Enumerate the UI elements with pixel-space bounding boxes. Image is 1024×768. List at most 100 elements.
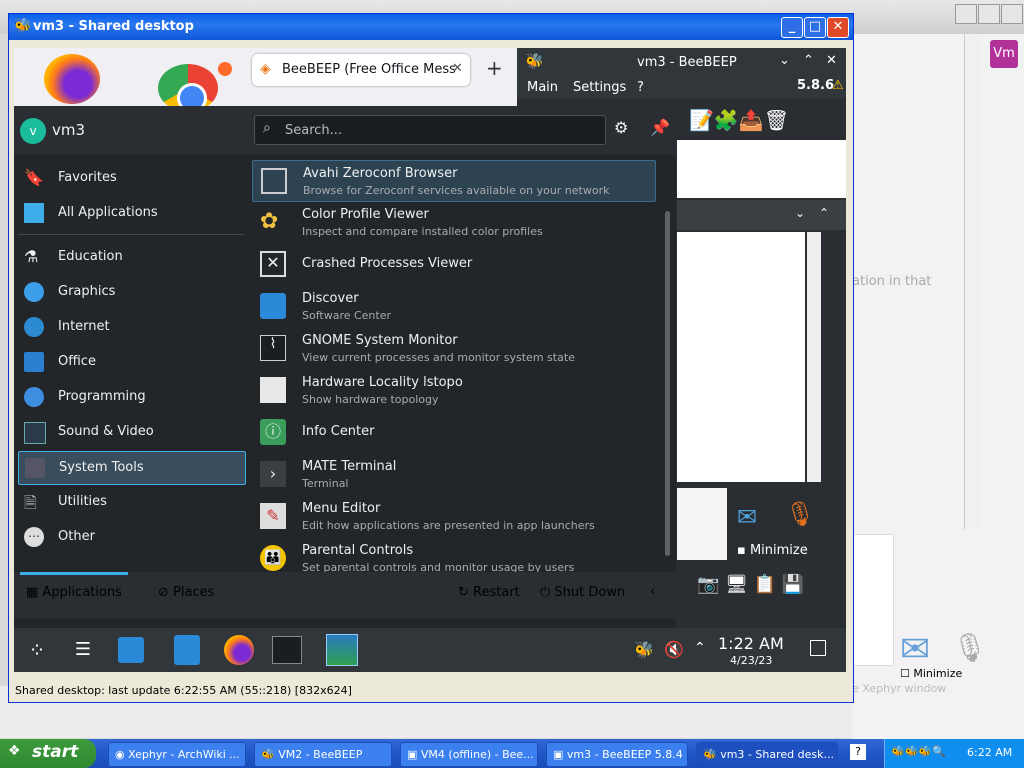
category-graphics[interactable]: Graphics <box>18 276 244 308</box>
taskbar-item-label: vm3 - Shared desk... <box>720 748 834 761</box>
host-minimize-checkbox[interactable]: ☐ Minimize <box>900 667 962 680</box>
menu-help[interactable]: ? <box>637 80 644 95</box>
beebeep-chat-area[interactable] <box>677 232 805 482</box>
menu-settings[interactable]: Settings <box>573 80 626 95</box>
taskbar-item-xephyr[interactable]: ◉ Xephyr - ArchWiki ... <box>108 742 246 767</box>
more-options-icon[interactable]: ‹ <box>650 584 655 599</box>
chevron-up-icon[interactable]: ⌃ <box>803 53 814 68</box>
search-input[interactable] <box>283 120 597 140</box>
host-minimize-button[interactable] <box>955 4 977 24</box>
tab-close-icon[interactable]: ✕ <box>452 61 463 76</box>
tab-places-label: Places <box>173 585 215 600</box>
beebeep-titlebar[interactable]: 🐝 vm3 - BeeBEEP ⌄ ⌃ ✕ <box>517 48 846 76</box>
category-all-applications[interactable]: All Applications <box>18 197 244 229</box>
panel-chevron-up-icon[interactable]: ⌃ <box>819 206 829 220</box>
category-label: Office <box>58 354 96 369</box>
window-minimize-button[interactable]: _ <box>781 17 803 38</box>
configure-icon[interactable]: ⚙ <box>614 118 628 137</box>
power-icon: ⏻ <box>540 585 555 600</box>
pin-icon[interactable]: 📌 <box>650 118 670 137</box>
app-info-center[interactable]: ⓘ Info Center <box>252 412 654 452</box>
beebeep-toolbar-icons[interactable]: 📝🧩📤🗑 <box>689 108 789 132</box>
start-button[interactable]: ❖ start <box>0 739 96 768</box>
app-list-scrollbar[interactable] <box>665 211 670 556</box>
taskbar-item-label: Xephyr - ArchWiki ... <box>128 748 240 761</box>
category-office[interactable]: Office <box>18 346 244 378</box>
app-color-profile-viewer[interactable]: ✿ Color Profile Viewer Inspect and compa… <box>252 202 654 242</box>
category-education[interactable]: ⚗ Education <box>18 241 244 273</box>
chevron-down-icon[interactable]: ⌄ <box>779 53 790 68</box>
send-icon[interactable]: ✉ <box>737 503 757 531</box>
info-icon: ⓘ <box>260 419 286 445</box>
shutdown-button[interactable]: ⏻ Shut Down <box>540 585 625 600</box>
file-manager-task-icon[interactable] <box>174 635 200 665</box>
taskbar-item-vm3-beebeep[interactable]: ▣ vm3 - BeeBEEP 5.8.4 <box>546 742 688 767</box>
app-hardware-locality-lstopo[interactable]: Hardware Locality lstopo Show hardware t… <box>252 370 654 410</box>
tray-expand-icon[interactable]: ⌃ <box>694 640 706 656</box>
beebeep-bottom-icons[interactable]: 📷 🖥 📋 💾 <box>697 574 804 595</box>
app-discover[interactable]: Discover Software Center <box>252 286 654 326</box>
taskbar-item-vm2[interactable]: 🐝 VM2 - BeeBEEP <box>254 742 392 767</box>
panel-chevron-down-icon[interactable]: ⌄ <box>795 206 805 220</box>
category-other[interactable]: ⋯ Other <box>18 521 244 553</box>
category-label: Utilities <box>58 494 107 509</box>
window-titlebar[interactable]: 🐝 vm3 - Shared desktop _ □ ✕ <box>9 14 853 40</box>
office-icon <box>24 352 44 372</box>
app-name: Discover <box>302 291 359 306</box>
new-tab-button[interactable]: + <box>486 56 503 80</box>
taskbar-item-label: VM2 - BeeBEEP <box>278 748 363 761</box>
beebeep-minimize-checkbox[interactable]: ▪ Minimize <box>737 543 808 558</box>
app-name: MATE Terminal <box>302 459 397 474</box>
tray-clock[interactable]: 6:22 AM <box>967 746 1012 759</box>
help-icon[interactable]: ? <box>850 744 866 760</box>
category-programming[interactable]: Programming <box>18 381 244 413</box>
clock-time[interactable]: 1:22 AM <box>718 634 784 653</box>
category-system-tools[interactable]: System Tools <box>18 451 246 485</box>
image-task-icon[interactable] <box>326 634 358 666</box>
user-avatar[interactable]: v <box>20 118 46 144</box>
launcher-icon[interactable]: ⁘ <box>18 632 56 668</box>
category-internet[interactable]: Internet <box>18 311 244 343</box>
settings-sliders-icon[interactable]: ☰ <box>64 632 102 668</box>
app-crashed-processes-viewer[interactable]: ✕ Crashed Processes Viewer <box>252 244 654 284</box>
host-vm-button[interactable]: Vm <box>990 40 1018 68</box>
search-box[interactable]: ⌕ <box>254 115 606 145</box>
app-menu-editor[interactable]: ✎ Menu Editor Edit how applications are … <box>252 496 654 536</box>
beebeep-close-icon[interactable]: ✕ <box>826 53 837 68</box>
menu-main[interactable]: Main <box>527 80 558 95</box>
beebeep-tray-icon[interactable]: 🐝 <box>634 640 654 659</box>
host-maximize-button[interactable] <box>978 4 1000 24</box>
beebeep-favicon: ◈ <box>260 61 271 77</box>
app-avahi-zeroconf-browser[interactable]: Avahi Zeroconf Browser Browse for Zeroco… <box>252 160 656 202</box>
host-page-content: ation in that ✉ 🎙 ☐ Minimize e Xephyr wi… <box>852 34 1024 739</box>
restart-button[interactable]: ↻ Restart <box>458 585 520 600</box>
window-maximize-button[interactable]: □ <box>804 17 826 38</box>
host-scrollbar[interactable] <box>964 34 981 529</box>
host-close-button[interactable] <box>1001 4 1023 24</box>
beebeep-scrollbar[interactable] <box>807 232 821 482</box>
category-sound-video[interactable]: Sound & Video <box>18 416 244 448</box>
firefox-active-tab[interactable]: ◈ BeeBEEP (Free Office Mess ✕ <box>252 54 470 86</box>
firefox-tab-icon[interactable] <box>218 62 232 76</box>
discover-task-icon[interactable] <box>118 637 144 663</box>
taskbar-item-vm3-shared-desktop[interactable]: 🐝 vm3 - Shared desk... <box>696 742 838 767</box>
volume-muted-icon[interactable]: 🔇 <box>664 640 684 659</box>
app-description: Software Center <box>302 309 392 322</box>
tray-icons[interactable]: 🐝🐝🐝🔍 <box>891 745 946 758</box>
show-desktop-icon[interactable] <box>810 640 826 656</box>
window-close-button[interactable]: ✕ <box>827 17 849 38</box>
app-gnome-system-monitor[interactable]: ⌇ GNOME System Monitor View current proc… <box>252 328 654 368</box>
microphone-icon[interactable]: 🎙 <box>785 500 815 528</box>
taskbar-item-label: VM4 (offline) - Bee... <box>420 748 534 761</box>
shared-desktop-view: ◈ BeeBEEP (Free Office Mess ✕ + 🐝 vm3 - … <box>14 48 846 672</box>
firefox-task-icon[interactable] <box>224 635 254 665</box>
monitor-icon <box>24 422 46 444</box>
category-favorites[interactable]: 🔖 Favorites <box>18 162 244 194</box>
terminal-task-icon[interactable] <box>272 636 302 664</box>
taskbar-item-vm4[interactable]: ▣ VM4 (offline) - Bee... <box>400 742 538 767</box>
app-mate-terminal[interactable]: › MATE Terminal Terminal <box>252 454 654 494</box>
tab-places[interactable]: ⊘ Places <box>158 585 214 600</box>
kde-app-launcher: v vm3 ⌕ ⚙ 📌 🔖 Favorites All Applications… <box>14 106 676 628</box>
tab-applications[interactable]: ▦ Applications <box>26 585 122 600</box>
category-utilities[interactable]: 🗎 Utilities <box>18 486 244 518</box>
